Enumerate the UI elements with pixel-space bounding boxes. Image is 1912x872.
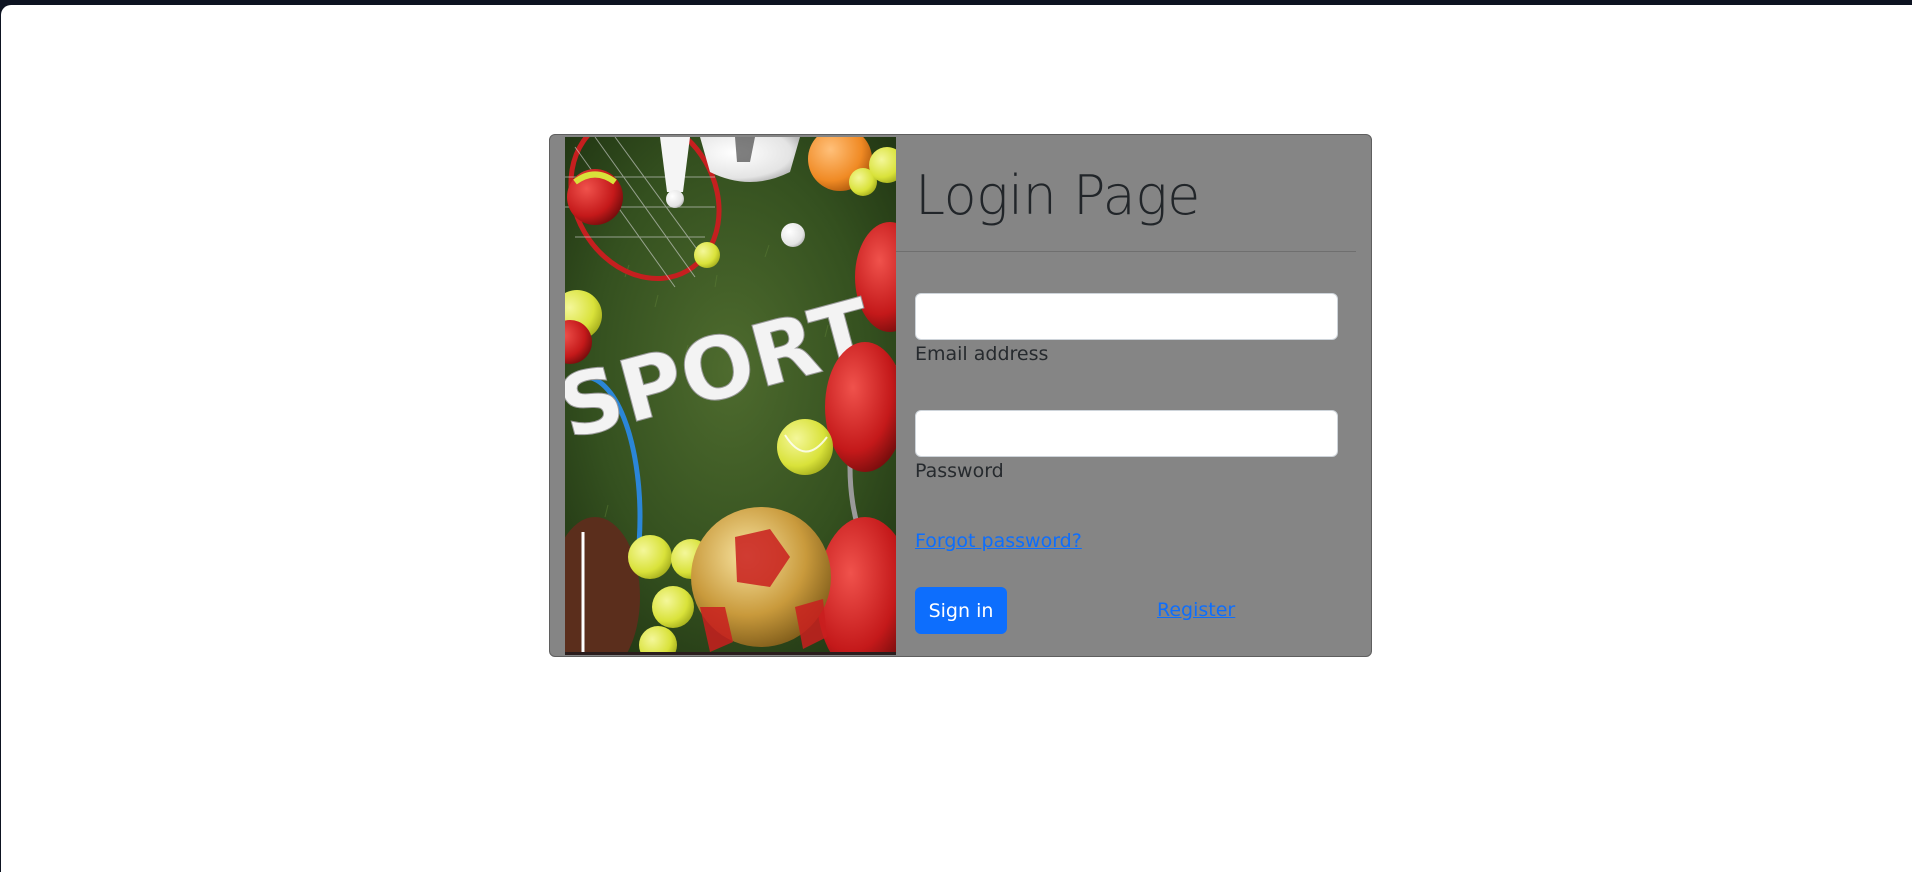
password-field[interactable] [915,410,1338,457]
forgot-password-link[interactable]: Forgot password? [915,530,1082,552]
register-link[interactable]: Register [1157,599,1235,621]
title-divider [896,251,1356,252]
email-field[interactable] [915,293,1338,340]
login-card: SPORT Login Page Email address Password … [549,134,1372,657]
sports-balls-image: SPORT [565,137,896,655]
page-title: Login Page [915,164,1200,227]
page-viewport: SPORT Login Page Email address Password … [1,5,1912,872]
sign-in-button[interactable]: Sign in [915,587,1007,634]
email-label: Email address [915,343,1049,365]
password-label: Password [915,460,1004,482]
login-form-panel: Login Page Email address Password Forgot… [896,135,1371,656]
